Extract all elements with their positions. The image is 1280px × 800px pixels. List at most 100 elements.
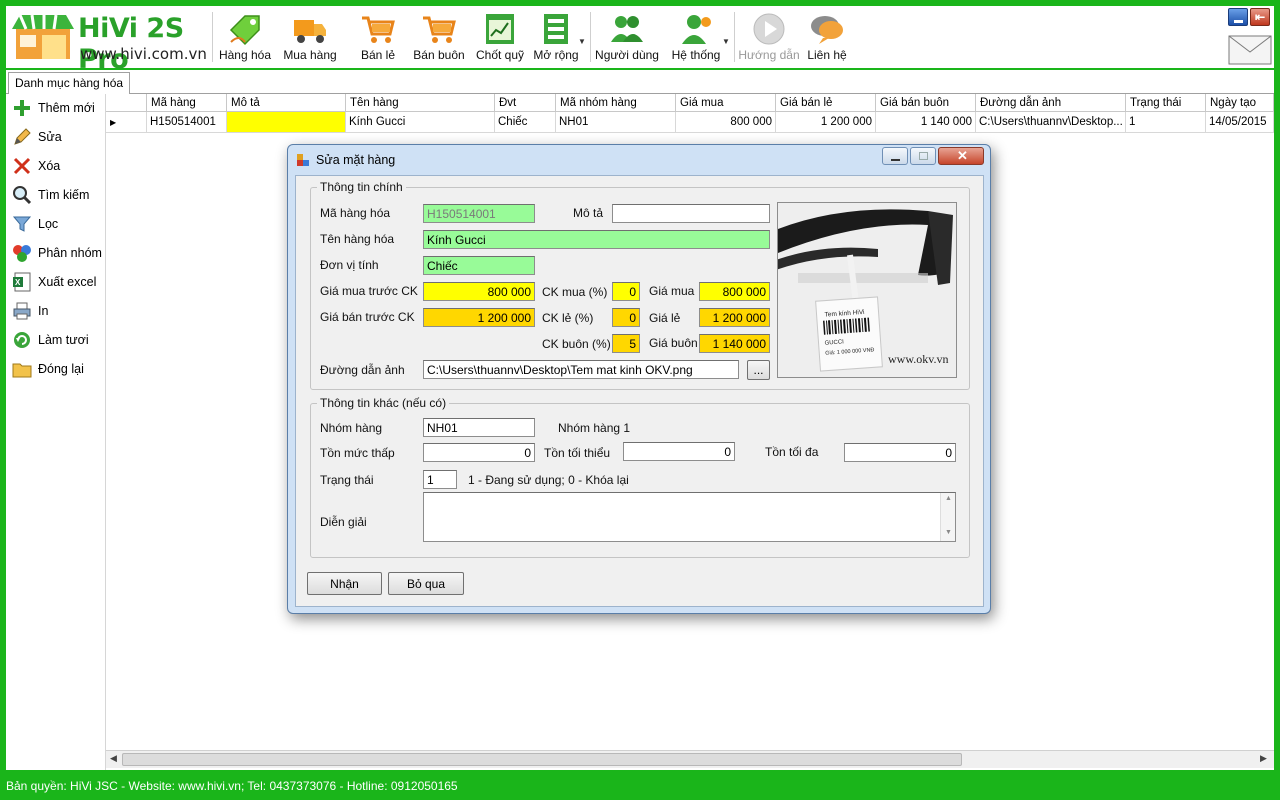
horizontal-scrollbar[interactable]: ◀ ▶ <box>106 750 1274 768</box>
dialog-title: Sửa mặt hàng <box>316 153 396 167</box>
table-cell[interactable]: C:\Users\thuannv\Desktop... <box>976 112 1126 133</box>
table-cell[interactable]: 800 000 <box>676 112 776 133</box>
scroll-up-icon[interactable]: ▲ <box>945 495 952 502</box>
grid-header[interactable]: Giá bán lẻ <box>776 94 876 112</box>
table-cell[interactable]: 1 <box>1126 112 1206 133</box>
gia-buon-field[interactable]: 1 140 000 <box>699 334 770 353</box>
table-cell[interactable]: NH01 <box>556 112 676 133</box>
table-cell[interactable] <box>227 112 346 133</box>
chevron-down-icon[interactable]: ▼ <box>722 37 730 46</box>
scroll-down-icon[interactable]: ▼ <box>945 529 952 536</box>
toolbar-lien-he-button[interactable]: Liên hệ <box>802 8 852 66</box>
dvt-field[interactable]: Chiếc <box>423 256 535 275</box>
toolbar-mo-rong-button[interactable]: Mở rộng <box>530 8 582 66</box>
browse-button[interactable]: ... <box>747 360 770 380</box>
textarea-scrollbar[interactable]: ▲ ▼ <box>940 493 955 541</box>
gia-le-field[interactable]: 1 200 000 <box>699 308 770 327</box>
ton-toi-thieu-field[interactable]: 0 <box>623 442 735 461</box>
grid-header[interactable]: Đường dẫn ảnh <box>976 94 1126 112</box>
gia-mua-field[interactable]: 800 000 <box>699 282 770 301</box>
toolbar-nguoi-dung-button[interactable]: Người dùng <box>594 8 660 66</box>
row-selector[interactable]: ▶ <box>106 112 147 133</box>
dialog-close-button[interactable]: ✕ <box>938 147 984 165</box>
side-item-xoa[interactable]: Xóa <box>10 154 106 178</box>
side-item-phan-nhom[interactable]: Phân nhóm <box>10 241 106 265</box>
tag-icon <box>229 15 260 46</box>
cancel-button[interactable]: Bỏ qua <box>388 572 464 595</box>
tab-strip: Danh mục hàng hóa <box>6 70 1274 94</box>
toolbar-ban-le-button[interactable]: Bán lẻ <box>350 8 406 66</box>
side-item-sua[interactable]: Sửa <box>10 125 106 149</box>
toolbar-mua-hang-button[interactable]: Mua hàng <box>278 8 342 66</box>
ma-hang-field[interactable]: H150514001 <box>423 204 535 223</box>
table-cell[interactable]: Chiếc <box>495 112 556 133</box>
scroll-right-icon[interactable]: ▶ <box>1260 753 1267 764</box>
cart-icon <box>362 16 395 43</box>
label-mo-ta: Mô tả <box>573 206 604 220</box>
cart-icon <box>423 16 456 43</box>
table-cell[interactable]: 1 140 000 <box>876 112 976 133</box>
grid-header[interactable]: Tên hàng <box>346 94 495 112</box>
side-item-dong-lai[interactable]: Đóng lại <box>10 357 106 381</box>
ck-buon-field[interactable]: 5 <box>612 334 640 353</box>
ton-muc-thap-field[interactable]: 0 <box>423 443 535 462</box>
ok-button[interactable]: Nhận <box>307 572 382 595</box>
chevron-down-icon[interactable]: ▼ <box>578 37 586 46</box>
label-ten-hang: Tên hàng hóa <box>320 232 395 246</box>
ck-le-field[interactable]: 0 <box>612 308 640 327</box>
scrollbar-thumb[interactable] <box>122 753 962 766</box>
table-cell[interactable]: Kính Gucci <box>346 112 495 133</box>
side-item-loc[interactable]: Lọc <box>10 212 106 236</box>
side-item-tim-kiem[interactable]: Tìm kiếm <box>10 183 106 207</box>
gia-mua-truoc-ck-field[interactable]: 800 000 <box>423 282 535 301</box>
dialog-minimize-button[interactable] <box>882 147 908 165</box>
duong-dan-anh-field[interactable]: C:\Users\thuannv\Desktop\Tem mat kinh OK… <box>423 360 739 379</box>
toolbar-chot-quy-button[interactable]: Chốt quỹ <box>472 8 528 66</box>
other-info-legend: Thông tin khác (nếu có) <box>320 396 447 410</box>
dien-giai-textarea[interactable] <box>423 492 956 542</box>
chart-icon <box>486 14 514 44</box>
gia-ban-truoc-ck-field[interactable]: 1 200 000 <box>423 308 535 327</box>
trang-thai-field[interactable]: 1 <box>423 470 457 489</box>
grid-header[interactable]: Ngày tạo <box>1206 94 1274 112</box>
side-item-xuat-excel[interactable]: X Xuất excel <box>10 270 106 294</box>
ton-toi-da-field[interactable]: 0 <box>844 443 956 462</box>
toolbar-huong-dan-button[interactable]: Hướng dẫn <box>736 8 802 66</box>
toolbar-ban-buon-button[interactable]: Bán buôn <box>408 8 470 66</box>
dialog-maximize-button[interactable] <box>910 147 936 165</box>
side-item-lam-tuoi[interactable]: Làm tươi <box>10 328 106 352</box>
ck-mua-field[interactable]: 0 <box>612 282 640 301</box>
table-cell[interactable]: 14/05/2015 <box>1206 112 1274 133</box>
dialog-title-bar[interactable]: Sửa mặt hàng ✕ <box>288 145 990 175</box>
tab-danh-muc-hang-hoa[interactable]: Danh mục hàng hóa <box>8 72 131 94</box>
label-gia-mua: Giá mua <box>649 284 695 298</box>
minimize-button[interactable] <box>1228 8 1248 26</box>
app-brand: HiVi 2S Pro <box>78 13 184 75</box>
table-cell[interactable]: H150514001 <box>147 112 227 133</box>
grid-header[interactable]: Trạng thái <box>1126 94 1206 112</box>
scroll-left-icon[interactable]: ◀ <box>110 753 117 764</box>
mo-ta-field[interactable] <box>612 204 770 223</box>
grid-header[interactable]: Mã hàng <box>147 94 227 112</box>
table-cell[interactable]: 1 200 000 <box>776 112 876 133</box>
grid-header[interactable]: Giá bán buôn <box>876 94 976 112</box>
toolbar-he-thong-button[interactable]: Hệ thống <box>666 8 726 66</box>
grid-header[interactable]: Đvt <box>495 94 556 112</box>
side-item-in[interactable]: In <box>10 299 106 323</box>
grid-header[interactable]: Mã nhóm hàng <box>556 94 676 112</box>
exit-button[interactable]: ⇤ <box>1250 8 1270 26</box>
toolbar-hang-hoa-button[interactable]: Hàng hóa <box>216 8 274 66</box>
label-dvt: Đơn vị tính <box>320 258 379 272</box>
label-ck-le: CK lẻ (%) <box>542 311 594 325</box>
dialog-body: Thông tin chính Mã hàng hóa H150514001 M… <box>295 175 984 607</box>
label-gia-mua-truoc-ck: Giá mua trước CK <box>320 284 418 298</box>
ten-hang-field[interactable]: Kính Gucci <box>423 230 770 249</box>
label-gia-le: Giá lẻ <box>649 311 681 325</box>
grid-header[interactable]: Giá mua <box>676 94 776 112</box>
side-item-them-moi[interactable]: Thêm mới <box>10 96 106 120</box>
status-bar: Bản quyền: HiVi JSC - Website: www.hivi.… <box>6 779 458 793</box>
label-gia-ban-truoc-ck: Giá bán trước CK <box>320 310 415 324</box>
nhom-hang-field[interactable]: NH01 <box>423 418 535 437</box>
mail-icon[interactable] <box>1228 32 1272 66</box>
grid-header[interactable]: Mô tả <box>227 94 346 112</box>
